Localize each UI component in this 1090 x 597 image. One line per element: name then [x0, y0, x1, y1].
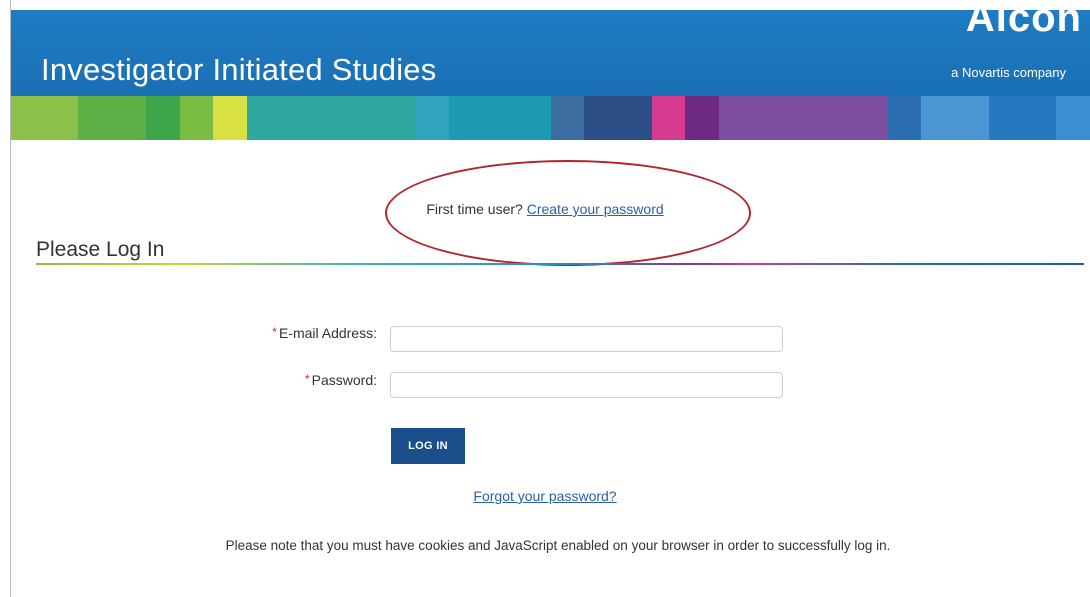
stripe-segment: [516, 96, 551, 140]
email-label-text: E-mail Address:: [278, 325, 377, 341]
stripe-segment: [617, 96, 652, 140]
required-marker: *: [272, 325, 277, 339]
cookies-note: Please note that you must have cookies a…: [225, 538, 891, 553]
forgot-password-row: Forgot your password?: [0, 488, 1090, 504]
required-marker: *: [304, 372, 310, 386]
stripe-segment: [550, 96, 585, 140]
site-header: Investigator Initiated Studies Alcon a N…: [11, 0, 1090, 96]
brand-logo: Alcon: [965, 0, 1082, 40]
stripe-segment: [887, 96, 922, 140]
stripe-segment: [483, 96, 517, 140]
stripe-segment: [11, 96, 45, 140]
brand-tagline: a Novartis company: [951, 65, 1066, 80]
email-label: * E-mail Address:: [177, 325, 377, 341]
stripe-segment: [449, 96, 484, 140]
stripe-segment: [213, 96, 248, 140]
stripe-segment: [280, 96, 315, 140]
app-title: Investigator Initiated Studies: [41, 52, 437, 87]
stripe-segment: [651, 96, 686, 140]
stripe-segment: [955, 96, 989, 140]
stripe-segment: [1056, 96, 1090, 140]
stripe-segment: [752, 96, 787, 140]
stripe-segment: [786, 96, 821, 140]
stripe-segment: [179, 96, 214, 140]
stripe-segment: [820, 96, 854, 140]
highlight-annotation-oval: [385, 160, 751, 266]
stripe-segment: [348, 96, 382, 140]
stripe-segment: [584, 96, 618, 140]
stripe-segment: [314, 96, 349, 140]
stripe-segment: [145, 96, 180, 140]
password-label-text: Password:: [311, 372, 377, 388]
stripe-segment: [415, 96, 450, 140]
stripe-segment: [685, 96, 720, 140]
password-input[interactable]: [390, 372, 783, 398]
stripe-segment: [44, 96, 79, 140]
stripe-segment: [112, 96, 146, 140]
stripe-segment: [988, 96, 1023, 140]
stripe-segment: [78, 96, 113, 140]
login-button[interactable]: LOG IN: [391, 428, 465, 464]
stripe-segment: [247, 96, 281, 140]
email-input[interactable]: [390, 326, 783, 352]
stripe-segment: [921, 96, 956, 140]
stripe-segment: [719, 96, 753, 140]
forgot-password-link[interactable]: Forgot your password?: [473, 488, 616, 504]
color-stripe-banner: [11, 96, 1090, 140]
stripe-segment: [381, 96, 416, 140]
section-divider: [36, 263, 1084, 265]
stripe-segment: [1022, 96, 1057, 140]
page-title: Please Log In: [36, 238, 165, 261]
stripe-segment: [853, 96, 888, 140]
password-label: * Password:: [177, 372, 377, 388]
